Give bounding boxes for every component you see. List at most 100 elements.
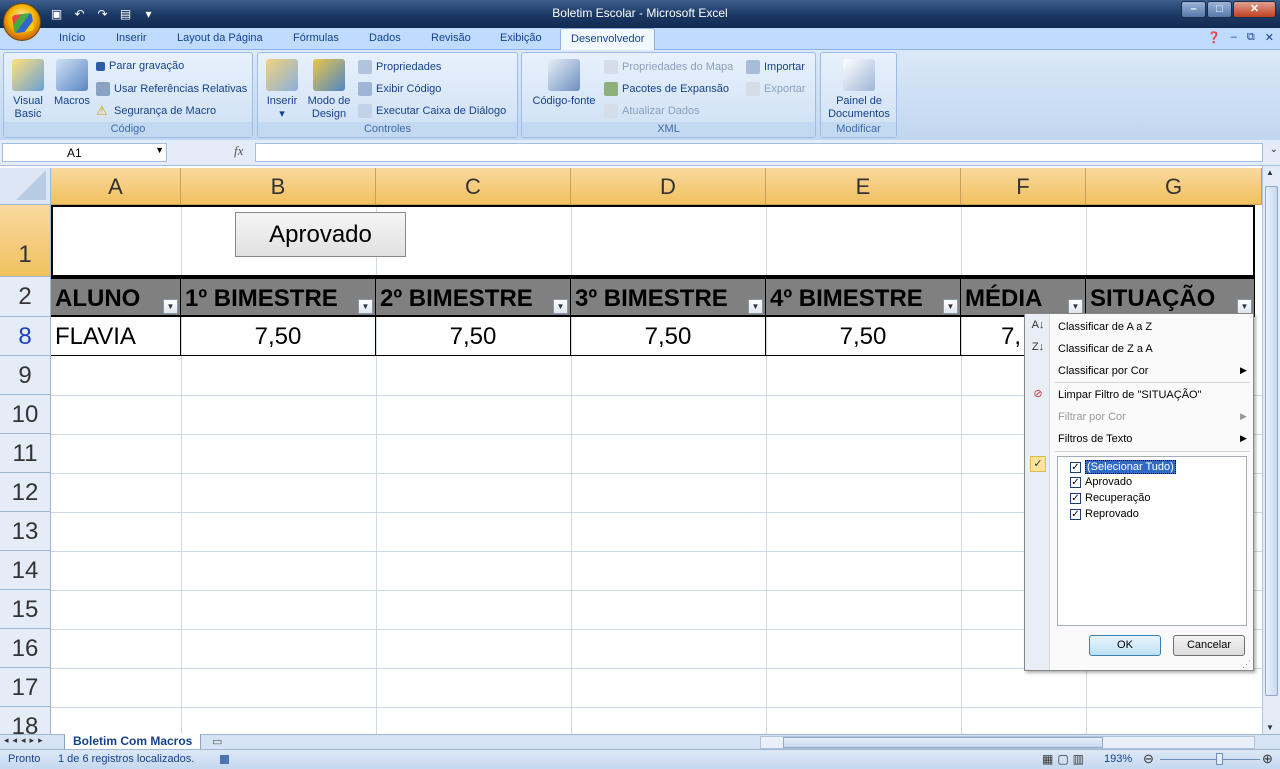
- sort-za-item[interactable]: Classificar de Z a A: [1058, 343, 1153, 355]
- header-cell-media[interactable]: MÉDIA ▼: [961, 277, 1086, 317]
- header-cell-3-bimestre[interactable]: 3º BIMESTRE ▼: [571, 277, 766, 317]
- seguranca-macro-button[interactable]: ⚠ Segurança de Macro: [96, 104, 216, 118]
- atualizar-dados-button[interactable]: Atualizar Dados: [604, 104, 700, 118]
- text-filters-item[interactable]: Filtros de Texto ▶: [1058, 433, 1248, 445]
- sort-color-item[interactable]: Classificar por Cor ▶: [1058, 365, 1248, 377]
- column-header-d[interactable]: D: [571, 168, 766, 205]
- zoom-slider[interactable]: [1160, 759, 1260, 760]
- ribbon-minimize-icon[interactable]: –: [1231, 31, 1237, 44]
- view-buttons-icons[interactable]: ▦▢▥: [1042, 752, 1088, 766]
- maximize-button[interactable]: □: [1207, 1, 1232, 18]
- macro-record-icon[interactable]: [220, 755, 229, 764]
- filter-dropdown-icon[interactable]: ▼: [748, 299, 763, 314]
- sort-az-item[interactable]: Classificar de A a Z: [1058, 321, 1152, 333]
- ribbon-close-icon[interactable]: ✕: [1265, 31, 1274, 44]
- resize-grip-icon[interactable]: ⋰: [1242, 659, 1251, 670]
- vertical-scrollbar[interactable]: ▲ ▼: [1262, 166, 1280, 734]
- horizontal-scrollbar[interactable]: [760, 736, 1255, 749]
- filter-active-icon[interactable]: ▼: [1237, 299, 1252, 314]
- help-icon[interactable]: ❓: [1207, 31, 1221, 44]
- office-button[interactable]: [3, 3, 41, 41]
- row-header-15[interactable]: 15: [0, 590, 51, 629]
- formula-input[interactable]: [255, 143, 1263, 162]
- header-cell-situacao[interactable]: SITUAÇÃO ▼: [1086, 277, 1255, 317]
- importar-button[interactable]: Importar: [746, 60, 805, 74]
- header-cell-aluno[interactable]: ALUNO ▼: [51, 277, 181, 317]
- inserir-controle-button[interactable]: Inserir ▾: [262, 59, 302, 121]
- row-header-8[interactable]: 8: [0, 317, 51, 356]
- ribbon-restore-icon[interactable]: ⧉: [1247, 31, 1255, 44]
- header-cell-1-bimestre[interactable]: 1º BIMESTRE ▼: [181, 277, 376, 317]
- select-all-corner[interactable]: [0, 168, 51, 205]
- zoom-out-icon[interactable]: ⊖: [1143, 751, 1154, 767]
- column-header-b[interactable]: B: [181, 168, 376, 205]
- filter-dropdown-icon[interactable]: ▼: [1068, 299, 1083, 314]
- cell-b8[interactable]: 7,50: [181, 317, 376, 356]
- cell-c8[interactable]: 7,50: [376, 317, 571, 356]
- filter-dropdown-icon[interactable]: ▼: [553, 299, 568, 314]
- sheet-nav-icons[interactable]: ◂◂◂▸▸: [4, 735, 47, 746]
- cancel-button[interactable]: Cancelar: [1173, 635, 1245, 656]
- header-cell-2-bimestre[interactable]: 2º BIMESTRE ▼: [376, 277, 571, 317]
- row-header-2[interactable]: 2: [0, 277, 51, 317]
- visual-basic-button[interactable]: Visual Basic: [8, 59, 48, 121]
- codigo-fonte-button[interactable]: Código-fonte: [526, 59, 602, 108]
- header-cell-4-bimestre[interactable]: 4º BIMESTRE ▼: [766, 277, 961, 317]
- executar-caixa-button[interactable]: Executar Caixa de Diálogo: [358, 104, 506, 118]
- filter-dropdown-icon[interactable]: ▼: [943, 299, 958, 314]
- modo-design-button[interactable]: Modo de Design: [304, 59, 354, 121]
- select-all-checkbox[interactable]: ✓ (Selecionar Tudo): [1070, 460, 1176, 474]
- expand-formula-bar-icon[interactable]: ⌄: [1270, 144, 1278, 155]
- row-header-1[interactable]: 1: [0, 205, 51, 277]
- cell-e8[interactable]: 7,50: [766, 317, 961, 356]
- scroll-down-icon[interactable]: ▼: [1266, 723, 1274, 732]
- tab-layout[interactable]: Layout da Página: [177, 32, 263, 44]
- filter-dropdown-icon[interactable]: ▼: [163, 299, 178, 314]
- tab-formulas[interactable]: Fórmulas: [293, 32, 339, 44]
- painel-documentos-button[interactable]: Painel de Documentos: [823, 59, 895, 121]
- scroll-up-icon[interactable]: ▲: [1266, 168, 1274, 177]
- tab-dados[interactable]: Dados: [369, 32, 401, 44]
- row-header-17[interactable]: 17: [0, 668, 51, 707]
- insert-sheet-icon[interactable]: ▭: [212, 735, 222, 748]
- tab-revisao[interactable]: Revisão: [431, 32, 471, 44]
- tab-desenvolvedor[interactable]: Desenvolvedor: [560, 28, 656, 51]
- cell-a8[interactable]: FLAVIA: [51, 317, 181, 356]
- propriedades-button[interactable]: Propriedades: [358, 60, 441, 74]
- exibir-codigo-button[interactable]: Exibir Código: [358, 82, 441, 96]
- aprovado-button[interactable]: Aprovado: [235, 212, 406, 257]
- propriedades-mapa-button[interactable]: Propriedades do Mapa: [604, 60, 733, 74]
- zoom-in-icon[interactable]: ⊕: [1262, 751, 1273, 767]
- reprovado-checkbox[interactable]: ✓ Reprovado: [1070, 508, 1139, 520]
- row-header-11[interactable]: 11: [0, 434, 51, 473]
- insert-function-button[interactable]: fx: [172, 143, 252, 162]
- name-box-dropdown-icon[interactable]: ▼: [155, 145, 164, 155]
- row-header-16[interactable]: 16: [0, 629, 51, 668]
- column-header-f[interactable]: F: [961, 168, 1086, 205]
- zoom-slider-thumb[interactable]: [1216, 753, 1223, 765]
- minimize-button[interactable]: –: [1181, 1, 1206, 18]
- column-header-e[interactable]: E: [766, 168, 961, 205]
- tab-exibicao[interactable]: Exibição: [500, 32, 542, 44]
- row-header-12[interactable]: 12: [0, 473, 51, 512]
- tab-inserir[interactable]: Inserir: [116, 32, 147, 44]
- close-button[interactable]: ✕: [1233, 1, 1276, 18]
- recuperacao-checkbox[interactable]: ✓ Recuperação: [1070, 492, 1150, 504]
- cell-d8[interactable]: 7,50: [571, 317, 766, 356]
- name-box[interactable]: A1 ▼: [2, 143, 167, 162]
- filter-values-list[interactable]: ✓ (Selecionar Tudo) ✓ Aprovado ✓ Recuperaçã…: [1057, 456, 1247, 626]
- usar-referencias-button[interactable]: Usar Referências Relativas: [96, 82, 247, 96]
- filter-color-item[interactable]: Filtrar por Cor ▶: [1058, 411, 1248, 423]
- ok-button[interactable]: OK: [1089, 635, 1161, 656]
- pacotes-expansao-button[interactable]: Pacotes de Expansão: [604, 82, 729, 96]
- row-header-10[interactable]: 10: [0, 395, 51, 434]
- macros-button[interactable]: Macros: [52, 59, 92, 108]
- column-header-g[interactable]: G: [1086, 168, 1262, 205]
- tab-inicio[interactable]: Início: [59, 32, 85, 44]
- parar-gravacao-button[interactable]: Parar gravação: [96, 60, 184, 72]
- zoom-level[interactable]: 193%: [1104, 753, 1132, 765]
- exportar-button[interactable]: Exportar: [746, 82, 806, 96]
- row-header-14[interactable]: 14: [0, 551, 51, 590]
- aprovado-checkbox[interactable]: ✓ Aprovado: [1070, 476, 1132, 488]
- column-header-a[interactable]: A: [51, 168, 181, 205]
